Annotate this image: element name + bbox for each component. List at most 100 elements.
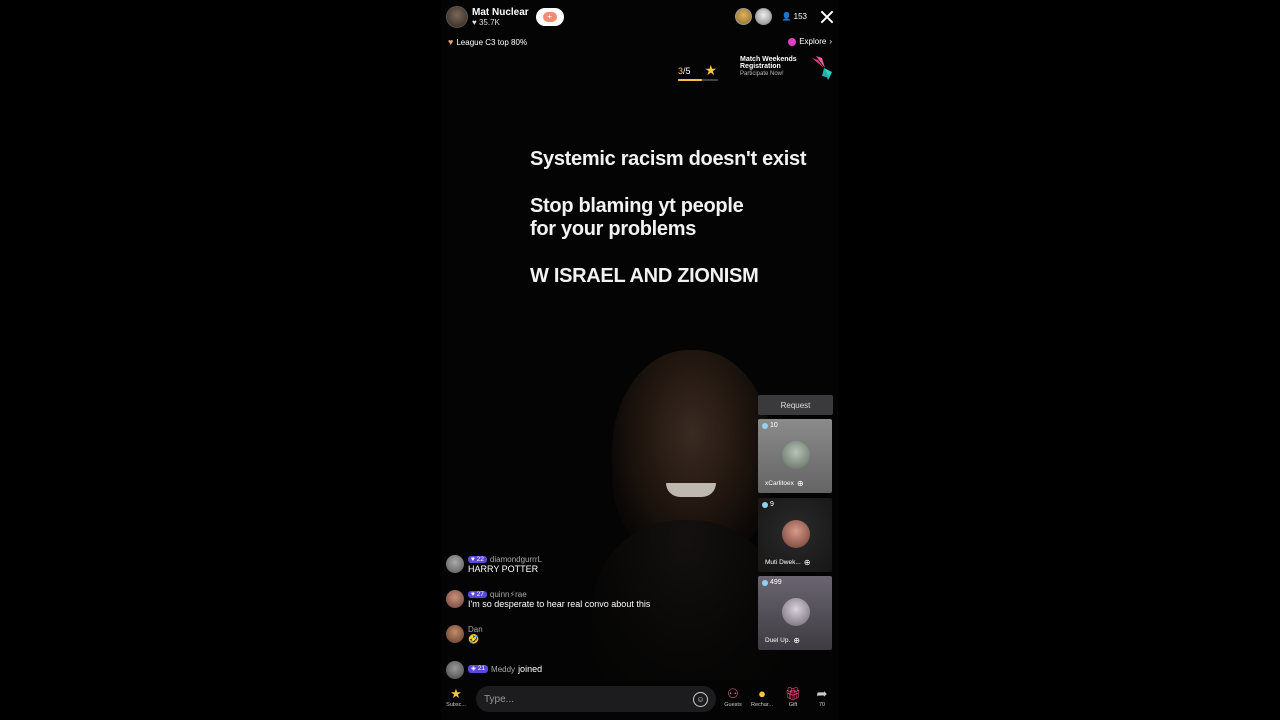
top-viewer-avatar[interactable] (755, 8, 773, 25)
live-stream-view: Mat Nuclear ♥ 35.7K + 👤 153 ♥ League C3 … (442, 0, 838, 720)
heart-icon: ♥ (448, 37, 454, 47)
chat-text: HARRY POTTER (468, 564, 539, 575)
guest-score-value: 10 (770, 422, 778, 429)
host-likes: ♥ 35.7K (472, 17, 500, 27)
chat-text: I'm so desperate to hear real convo abou… (468, 599, 651, 610)
overlay-line-3: W ISRAEL AND ZIONISM (530, 265, 759, 287)
share-count: 70 (818, 702, 826, 708)
guest-score: 9 (762, 501, 774, 508)
guest-score: 10 (762, 422, 778, 429)
chat-username[interactable]: quinn⚡rae (490, 590, 527, 599)
subscribe-label: Subsc... (446, 702, 466, 708)
chat-avatar[interactable] (446, 625, 464, 643)
gift-button[interactable]: 🎁︎ Gift (781, 686, 805, 708)
plus-icon[interactable]: ⊕ (793, 636, 800, 645)
guest-avatar (782, 520, 810, 548)
chat-message[interactable]: Dan 🤣 (446, 625, 483, 645)
user-level-badge: ♥ 27 (468, 590, 487, 599)
guest-score: 499 (762, 579, 782, 586)
join-username[interactable]: Meddy (491, 665, 515, 674)
gem-icon (762, 422, 768, 429)
chevron-right-icon: › (829, 37, 832, 46)
gift-icon: 🎁︎ (784, 686, 802, 701)
chat-avatar[interactable] (446, 590, 464, 608)
league-label: League C3 top 80% (456, 37, 528, 47)
viewer-count-value: 153 (793, 12, 807, 21)
host-name: Mat Nuclear (472, 6, 529, 18)
join-text: joined (518, 664, 543, 674)
subscribe-button[interactable]: ★ Subsc... (444, 686, 468, 708)
guests-icon: ⚇ (727, 686, 739, 701)
event-fan-icon (812, 56, 832, 80)
star-icon: ★ (704, 62, 718, 78)
plus-icon[interactable]: ⊕ (797, 479, 804, 488)
chat-username[interactable]: diamondgurrrL (490, 555, 542, 564)
chat-message[interactable]: ♥ 27 quinn⚡rae I'm so desperate to hear r… (446, 590, 650, 610)
top-right-bar: 👤 153 (735, 8, 834, 25)
user-level-badge: ♥ 22 (468, 555, 487, 564)
explore-button[interactable]: Explore › (788, 37, 832, 46)
user-level-value: 21 (477, 665, 486, 673)
recharge-button[interactable]: ● Rechar... (750, 686, 774, 708)
event-banner[interactable]: Match Weekends Registration Participate … (740, 56, 836, 80)
guest-tile[interactable]: 9 Muti Dwek... ⊕ (758, 498, 832, 572)
close-icon[interactable] (820, 10, 834, 24)
bottom-toolbar: ★ Subsc... ☺ ⚇ Guests ● Rechar... 🎁︎ Gif… (442, 686, 838, 716)
guest-score-value: 9 (770, 501, 774, 508)
goal-progress-fill (678, 79, 702, 81)
comment-input[interactable] (484, 693, 693, 705)
gem-icon (762, 579, 768, 586)
guest-name: xCarlitoex (765, 480, 794, 487)
plus-icon[interactable]: ⊕ (804, 558, 811, 567)
guest-name-row: Muti Dwek... ⊕ (765, 558, 810, 567)
goal-progress-bar (678, 79, 718, 81)
guest-name: Muti Dwek... (765, 559, 801, 566)
overlay-line-2: Stop blaming yt people for your problems (530, 195, 744, 240)
top-viewer-avatar[interactable] (735, 8, 753, 25)
recharge-label: Rechar... (750, 702, 773, 708)
gem-icon (762, 501, 768, 508)
coin-icon: ● (758, 686, 766, 701)
guest-tile[interactable]: 10 xCarlitoex ⊕ (758, 419, 832, 493)
league-badge[interactable]: ♥ League C3 top 80% (448, 37, 527, 47)
follow-button[interactable]: + (535, 8, 564, 26)
host-info[interactable]: Mat Nuclear ♥ 35.7K + (446, 6, 564, 28)
overlay-line-1: Systemic racism doesn't exist (530, 148, 807, 170)
guest-avatar (782, 441, 810, 469)
goal-widget[interactable]: 3/5 ★ (678, 62, 718, 81)
emoji-icon[interactable]: ☺ (693, 691, 708, 707)
user-level-value: 27 (476, 590, 484, 598)
chat-text: 🤣 (468, 634, 480, 645)
join-message: ◈ 21 Meddy joined (446, 661, 542, 679)
streamer-smile (666, 483, 716, 497)
guest-score-value: 499 (770, 579, 782, 586)
guests-button[interactable]: ⚇ Guests (721, 686, 745, 708)
viewer-count[interactable]: 👤 153 (781, 12, 807, 21)
host-likes-count: 35.7K (478, 17, 500, 27)
host-avatar[interactable] (446, 6, 468, 28)
chat-avatar[interactable] (446, 555, 464, 573)
stream-overlay-text: Systemic racism doesn't exist Stop blami… (530, 148, 807, 312)
guest-name-row: Duel Up. ⊕ (765, 636, 800, 645)
guests-label: Guests (724, 702, 742, 708)
chat-avatar[interactable] (446, 661, 464, 679)
user-level-value: 22 (476, 555, 484, 563)
explore-label: Explore (799, 37, 827, 46)
subscribe-star-icon: ★ (450, 686, 462, 701)
guest-name: Duel Up. (765, 637, 791, 644)
follow-icon: + (542, 12, 557, 22)
guest-name-row: xCarlitoex ⊕ (765, 479, 804, 488)
explore-dot-icon (788, 37, 797, 46)
request-button[interactable]: Request (758, 395, 833, 415)
share-button[interactable]: ➦ 70 (810, 686, 834, 708)
goal-progress-text: 3/5 (678, 66, 691, 76)
guest-tile[interactable]: 499 Duel Up. ⊕ (758, 576, 832, 650)
user-level-badge: ◈ 21 (468, 665, 489, 673)
gift-label: Gift (788, 702, 798, 708)
guest-avatar (782, 598, 810, 626)
chat-message[interactable]: ♥ 22 diamondgurrrL HARRY POTTER (446, 555, 542, 575)
share-icon: ➦ (816, 686, 828, 701)
goal-total: /5 (683, 65, 691, 76)
chat-username[interactable]: Dan (468, 625, 483, 634)
comment-box[interactable]: ☺ (476, 686, 716, 712)
